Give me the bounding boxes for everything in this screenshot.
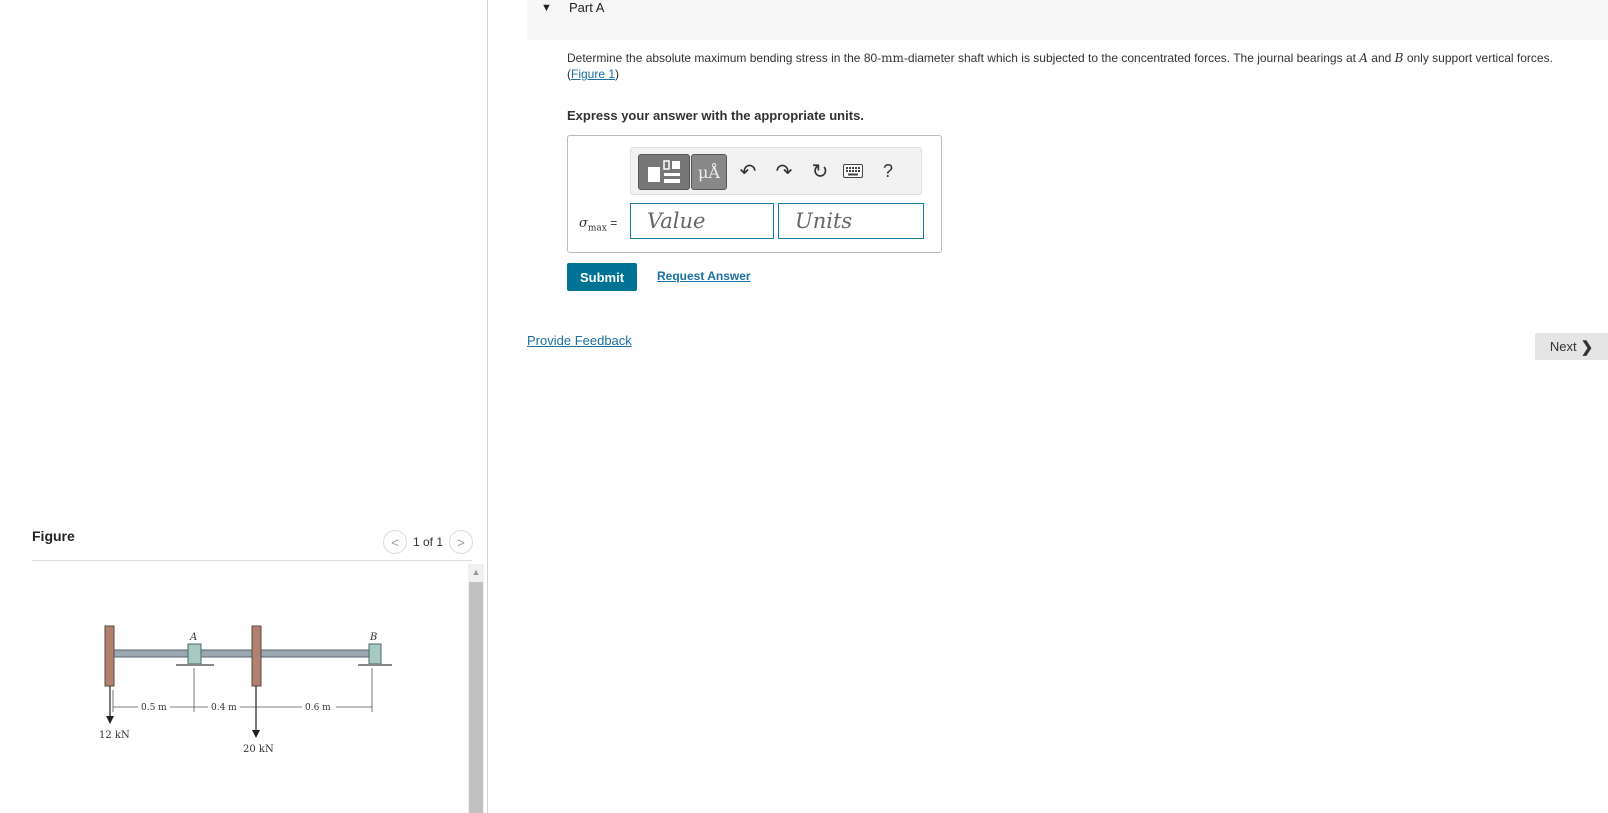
undo-icon[interactable]: ↶ <box>735 158 761 184</box>
templates-button[interactable] <box>638 154 690 190</box>
point-b: B <box>1394 51 1404 65</box>
pulley-left <box>104 625 115 687</box>
units-button[interactable]: μÅ <box>691 154 727 190</box>
answer-box: μÅ ↶ ↷ ↻ ? σmax = <box>567 135 942 253</box>
figure-divider <box>32 560 472 561</box>
chevron-right-icon: > <box>457 534 465 550</box>
point-a: A <box>1359 51 1368 65</box>
reset-icon[interactable]: ↻ <box>807 158 833 184</box>
keyboard-icon[interactable] <box>841 160 865 182</box>
collapse-caret-icon[interactable]: ▼ <box>541 2 552 14</box>
shaft <box>109 649 381 658</box>
dim-label-3: 0.6 m <box>305 703 331 713</box>
label-b: B <box>369 632 377 643</box>
request-answer-link[interactable]: Request Answer <box>657 269 751 283</box>
pane-divider <box>487 0 488 813</box>
answer-instruction: Express your answer with the appropriate… <box>567 108 864 123</box>
submit-button[interactable]: Submit <box>567 263 637 291</box>
figure-pager: < 1 of 1 > <box>383 530 474 554</box>
chevron-right-icon: ❯ <box>1580 338 1594 356</box>
redo-icon[interactable]: ↷ <box>771 158 797 184</box>
templates-icon <box>648 160 680 183</box>
value-input[interactable] <box>630 203 774 239</box>
load-label-1: 12 kN <box>99 730 130 741</box>
bearing-a <box>187 643 202 665</box>
prev-figure-button[interactable]: < <box>383 530 407 554</box>
part-header[interactable] <box>527 0 1608 40</box>
label-a: A <box>189 632 197 643</box>
next-figure-button[interactable]: > <box>449 530 474 554</box>
figure-pane: Figure < 1 of 1 > A B 0.5 m 0.4 m 0.6 m <box>0 0 487 813</box>
part-title: Part A <box>569 0 605 15</box>
dim-label-2: 0.4 m <box>211 703 237 713</box>
provide-feedback-link[interactable]: Provide Feedback <box>527 333 632 348</box>
math-toolbar: μÅ ↶ ↷ ↻ ? <box>630 147 922 195</box>
load-label-2: 20 kN <box>243 744 274 755</box>
units-input[interactable] <box>778 203 924 239</box>
figure-scrollbar[interactable]: ▲ <box>468 564 484 813</box>
scroll-up-arrow-icon[interactable]: ▲ <box>468 564 484 580</box>
dim-label-1: 0.5 m <box>141 703 167 713</box>
pulley-middle <box>251 625 262 687</box>
figure-link[interactable]: Figure 1 <box>571 67 615 81</box>
shaft-figure: A B 0.5 m 0.4 m 0.6 m 12 kN 20 kN <box>99 625 392 755</box>
unit-mm: mm <box>881 51 904 65</box>
help-icon[interactable]: ? <box>875 158 901 184</box>
sigma-max-label: σmax = <box>579 216 618 234</box>
question-text: Determine the absolute maximum bending s… <box>567 51 1553 81</box>
pager-count: 1 of 1 <box>413 535 444 549</box>
next-button[interactable]: Next ❯ <box>1535 333 1608 360</box>
bearing-b <box>368 643 382 665</box>
figure-title: Figure <box>32 528 75 544</box>
chevron-left-icon: < <box>391 534 399 550</box>
scroll-thumb[interactable] <box>469 582 483 813</box>
next-label: Next <box>1549 339 1577 354</box>
